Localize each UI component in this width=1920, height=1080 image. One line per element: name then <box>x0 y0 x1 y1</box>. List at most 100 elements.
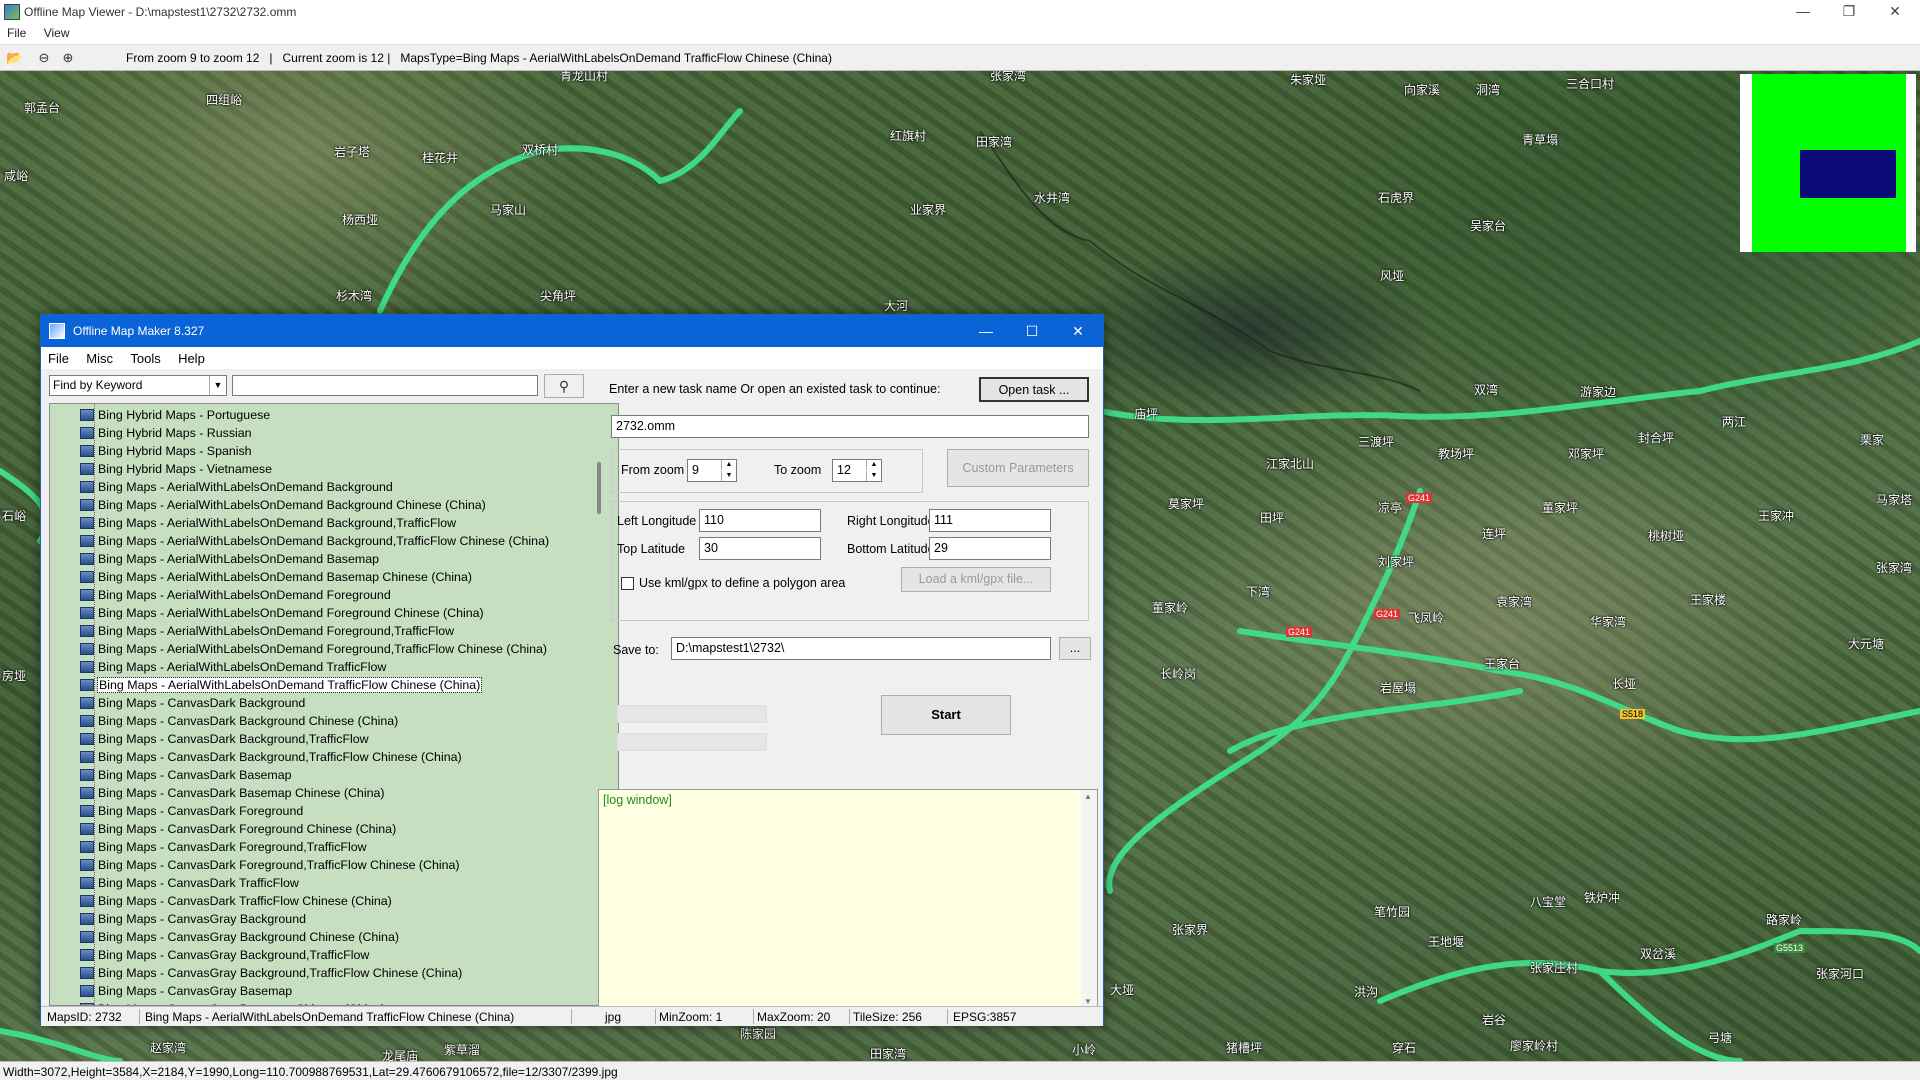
place-label: 郭孟台 <box>24 101 61 115</box>
zoom-out-icon[interactable]: ⊖ <box>36 50 52 66</box>
map-type-item[interactable]: Bing Maps - CanvasDark TrafficFlow Chine… <box>80 892 392 910</box>
map-type-item[interactable]: Bing Hybrid Maps - Russian <box>80 424 252 442</box>
status-separator <box>139 1009 140 1024</box>
menu-view[interactable]: View <box>37 24 77 42</box>
map-type-label: Bing Hybrid Maps - Vietnamese <box>98 462 273 476</box>
load-kml-button[interactable]: Load a kml/gpx file... <box>901 567 1051 592</box>
map-type-label: Bing Maps - CanvasDark Foreground <box>98 804 304 818</box>
map-type-label: Bing Maps - AerialWithLabelsOnDemand For… <box>98 624 455 638</box>
place-label: 刘家坪 <box>1378 555 1415 569</box>
dialog-menu-file[interactable]: File <box>41 347 76 366</box>
browse-button[interactable]: ... <box>1059 637 1091 660</box>
start-button[interactable]: Start <box>881 695 1011 735</box>
chevron-down-icon[interactable]: ▼ <box>209 376 226 395</box>
map-type-item[interactable]: Bing Maps - AerialWithLabelsOnDemand Bac… <box>80 478 393 496</box>
map-type-item[interactable]: Bing Maps - CanvasGray Background <box>80 910 306 928</box>
top-latitude-input[interactable]: 30 <box>699 537 821 560</box>
find-keyword-input[interactable] <box>232 375 538 396</box>
zoom-in-icon[interactable]: ⊕ <box>60 50 76 66</box>
map-type-item[interactable]: Bing Maps - AerialWithLabelsOnDemand Tra… <box>80 658 386 676</box>
to-zoom-spinner[interactable]: 12 ▲ ▼ <box>832 459 882 482</box>
map-tile-icon <box>80 859 94 871</box>
dialog-minimize-icon[interactable]: — <box>963 315 1009 347</box>
map-tile-icon <box>80 805 94 817</box>
kml-checkbox[interactable] <box>621 577 634 590</box>
minimap-viewport[interactable] <box>1800 150 1896 198</box>
map-type-item[interactable]: Bing Maps - CanvasDark Background Chines… <box>80 712 398 730</box>
map-type-item[interactable]: Bing Maps - CanvasDark Background,Traffi… <box>80 730 369 748</box>
bottom-latitude-input[interactable]: 29 <box>929 537 1051 560</box>
spin-up-icon[interactable]: ▲ <box>721 460 736 470</box>
map-type-item[interactable]: Bing Maps - CanvasGray Basemap <box>80 982 292 1000</box>
log-scrollbar[interactable]: ▲ ▼ <box>1081 790 1097 1008</box>
spin-down-icon[interactable]: ▼ <box>721 471 736 481</box>
dialog-close-icon[interactable]: ✕ <box>1055 315 1101 347</box>
map-type-item[interactable]: Bing Maps - AerialWithLabelsOnDemand For… <box>80 640 547 658</box>
map-type-item[interactable]: Bing Hybrid Maps - Portuguese <box>80 406 270 424</box>
restore-icon[interactable]: ❐ <box>1826 0 1872 24</box>
dialog-menu-misc[interactable]: Misc <box>79 347 120 366</box>
task-name-input[interactable]: 2732.omm <box>611 415 1089 438</box>
map-type-list[interactable]: Bing Hybrid Maps - Portuguese Bing Hybrid… <box>49 403 619 1006</box>
map-type-item[interactable]: Bing Maps - CanvasDark Foreground <box>80 802 303 820</box>
menu-file[interactable]: File <box>0 24 33 42</box>
dialog-titlebar[interactable]: Offline Map Maker 8.327 — ☐ ✕ <box>41 315 1103 347</box>
right-longitude-input[interactable]: 111 <box>929 509 1051 532</box>
place-label: 董家岭 <box>1152 601 1189 615</box>
map-type-item[interactable]: Bing Maps - AerialWithLabelsOnDemand Bas… <box>80 550 379 568</box>
scroll-down-icon[interactable]: ▼ <box>1084 997 1092 1006</box>
place-label: 石峪 <box>2 509 27 523</box>
minimize-icon[interactable]: — <box>1780 0 1826 24</box>
spin-up-icon[interactable]: ▲ <box>866 460 881 470</box>
custom-parameters-button[interactable]: Custom Parameters <box>947 449 1089 487</box>
map-type-item[interactable]: Bing Hybrid Maps - Spanish <box>80 442 252 460</box>
map-type-item[interactable]: Bing Maps - AerialWithLabelsOnDemand For… <box>80 622 454 640</box>
place-label: 朱家垭 <box>1290 73 1327 87</box>
map-type-item[interactable]: Bing Maps - AerialWithLabelsOnDemand Tra… <box>80 676 483 694</box>
map-type-item[interactable]: Bing Maps - AerialWithLabelsOnDemand For… <box>80 586 391 604</box>
map-type-item[interactable]: Bing Maps - CanvasDark TrafficFlow <box>80 874 299 892</box>
map-type-item[interactable]: Bing Maps - CanvasDark Foreground,Traffi… <box>80 856 460 874</box>
dialog-maximize-icon[interactable]: ☐ <box>1009 315 1055 347</box>
map-type-item[interactable]: Bing Maps - AerialWithLabelsOnDemand Bac… <box>80 496 486 514</box>
find-mode-select[interactable]: Find by Keyword ▼ <box>49 375 227 396</box>
map-type-item[interactable]: Bing Maps - CanvasDark Background,Traffi… <box>80 748 462 766</box>
log-window[interactable]: [log window] ▲ ▼ <box>598 789 1098 1009</box>
from-zoom-spinner[interactable]: 9 ▲ ▼ <box>687 459 737 482</box>
map-type-label: Bing Hybrid Maps - Portuguese <box>98 408 271 422</box>
map-tile-icon <box>80 571 94 583</box>
dialog-menu-tools[interactable]: Tools <box>123 347 167 366</box>
map-type-label: Bing Maps - AerialWithLabelsOnDemand Bas… <box>98 570 472 584</box>
map-type-item[interactable]: Bing Maps - AerialWithLabelsOnDemand For… <box>80 604 484 622</box>
map-type-item[interactable]: Bing Hybrid Maps - Vietnamese <box>80 460 272 478</box>
map-type-item[interactable]: Bing Maps - AerialWithLabelsOnDemand Bac… <box>80 532 549 550</box>
place-label: 邓家坪 <box>1568 447 1605 461</box>
map-type-item[interactable]: Bing Maps - CanvasDark Basemap <box>80 766 292 784</box>
map-type-item[interactable]: Bing Maps - CanvasGray Background,Traffi… <box>80 946 369 964</box>
search-icon[interactable]: ⚲ <box>544 374 584 398</box>
map-tile-icon <box>80 679 94 691</box>
map-type-item[interactable]: Bing Maps - CanvasDark Foreground Chines… <box>80 820 396 838</box>
close-icon[interactable]: ✕ <box>1872 0 1918 24</box>
map-type-item[interactable]: Bing Maps - CanvasGray Background,Traffi… <box>80 964 462 982</box>
dialog-menu-help[interactable]: Help <box>171 347 212 366</box>
map-list-scroll-thumb[interactable] <box>597 462 601 514</box>
place-label: 莫家坪 <box>1168 497 1205 511</box>
folder-open-icon[interactable]: 📂 <box>6 50 22 66</box>
map-type-item[interactable]: Bing Maps - CanvasDark Background <box>80 694 305 712</box>
map-type-item[interactable]: Bing Maps - AerialWithLabelsOnDemand Bas… <box>80 568 472 586</box>
left-longitude-input[interactable]: 110 <box>699 509 821 532</box>
road-label: G241 <box>1286 627 1313 637</box>
map-type-label: Bing Maps - CanvasDark Background,Traffi… <box>98 750 462 764</box>
scroll-up-icon[interactable]: ▲ <box>1084 792 1092 801</box>
minimap[interactable] <box>1740 74 1916 252</box>
place-label: 张家河口 <box>1816 967 1865 981</box>
spin-down-icon[interactable]: ▼ <box>866 471 881 481</box>
open-task-button[interactable]: Open task ... <box>979 377 1089 402</box>
map-type-item[interactable]: Bing Maps - CanvasGray Background Chines… <box>80 928 399 946</box>
map-type-item[interactable]: Bing Maps - AerialWithLabelsOnDemand Bac… <box>80 514 456 532</box>
map-type-item[interactable]: Bing Maps - CanvasDark Basemap Chinese (… <box>80 784 385 802</box>
save-to-input[interactable]: D:\mapstest1\2732\ <box>671 637 1051 660</box>
place-label: 青龙山村 <box>560 71 609 83</box>
map-type-item[interactable]: Bing Maps - CanvasDark Foreground,Traffi… <box>80 838 367 856</box>
